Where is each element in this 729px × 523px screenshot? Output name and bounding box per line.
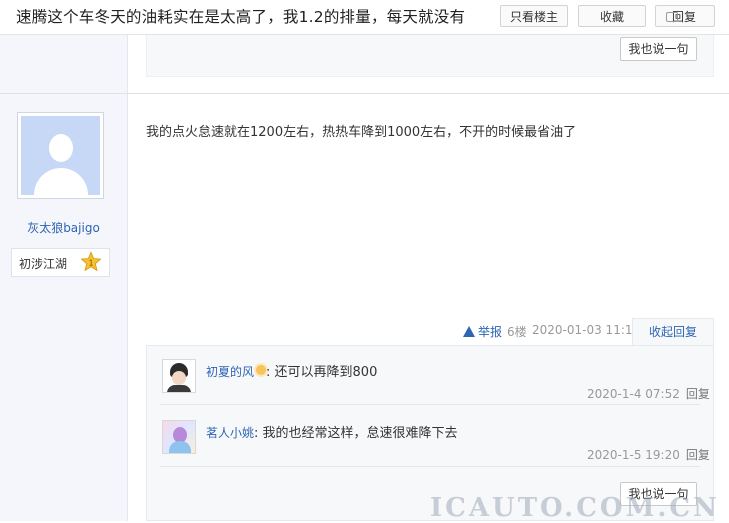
collapse-replies-tab[interactable]: 收起回复 — [632, 318, 714, 346]
post-content: 我的点火怠速就在1200左右，热热车降到1000左右，不开的时候最省油了 — [146, 125, 577, 140]
reply-time: 2020-1-5 19:20 — [587, 448, 680, 462]
favorite-button[interactable]: 收藏 — [578, 5, 646, 27]
post-divider — [0, 93, 729, 94]
level-number: 1 — [89, 259, 94, 268]
reply-user-link[interactable]: 初夏的风 — [206, 365, 254, 379]
reply-avatar[interactable] — [162, 359, 196, 393]
site-watermark: ICAUTO.COM.CN — [430, 493, 720, 523]
report-label: 举报 — [478, 325, 503, 339]
reply-avatar[interactable] — [162, 420, 196, 454]
level-title: 初涉江湖 — [19, 257, 68, 271]
comment-icon — [666, 12, 678, 22]
say-something-button[interactable]: 我也说一句 — [620, 37, 697, 61]
floor-number: 6楼 — [507, 325, 527, 339]
user-name-link[interactable]: 灰太狼bajigo — [0, 219, 127, 236]
user-level-badge: 初涉江湖 1 — [11, 248, 110, 277]
report-link[interactable]: 举报 — [463, 323, 502, 340]
star-level-icon: 1 — [80, 251, 102, 272]
warning-triangle-icon — [463, 326, 475, 337]
reply-to-button[interactable]: 回复 — [686, 387, 710, 401]
user-avatar[interactable] — [17, 112, 104, 199]
reply-to-button[interactable]: 回复 — [686, 448, 710, 462]
default-avatar-icon — [21, 116, 100, 195]
thread-title: 速腾这个车冬天的油耗实在是太高了，我1.2的排量，每天就没有 — [16, 8, 466, 26]
reply-text: : 我的也经常这样，怠速很难降下去 — [254, 426, 458, 441]
reply-divider — [160, 404, 700, 405]
reply-user-link[interactable]: 茗人小姚 — [206, 426, 254, 440]
reply-meta: 2020-1-4 07:52 回复 — [587, 385, 710, 402]
user-sidebar — [0, 34, 128, 521]
list-item: 茗人小姚: 我的也经常这样，怠速很难降下去 — [206, 422, 458, 441]
reply-button[interactable]: 回复 — [655, 5, 715, 27]
thread-header: 速腾这个车冬天的油耗实在是太高了，我1.2的排量，每天就没有 只看楼主 收藏 回… — [0, 0, 729, 35]
reply-divider — [160, 466, 700, 467]
reply-text: : 还可以再降到800 — [266, 365, 378, 380]
only-owner-button[interactable]: 只看楼主 — [500, 5, 568, 27]
reply-time: 2020-1-4 07:52 — [587, 387, 680, 401]
reply-meta: 2020-1-5 19:20 回复 — [587, 446, 710, 463]
list-item: 初夏的风 : 还可以再降到800 — [206, 361, 377, 380]
post-time: 2020-01-03 11:14 — [532, 323, 641, 337]
sun-badge-icon — [256, 365, 267, 375]
